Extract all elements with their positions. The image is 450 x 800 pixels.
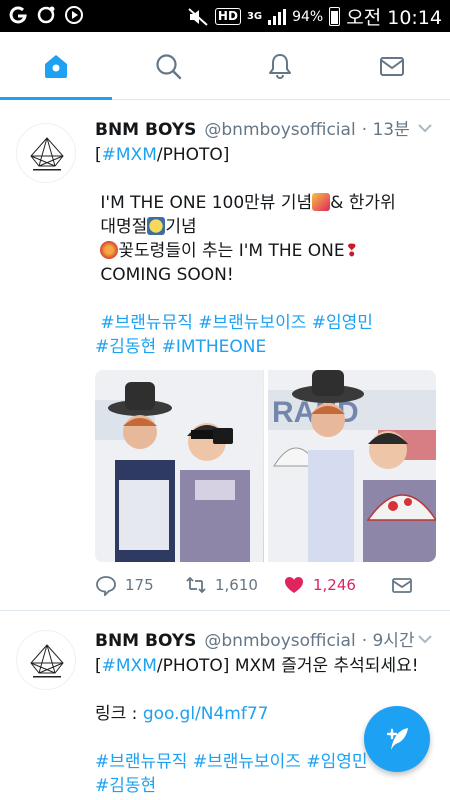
photo-2[interactable]: RAND — [267, 370, 436, 562]
tab-search[interactable] — [112, 32, 224, 100]
display-name[interactable]: BNM BOYS — [95, 631, 196, 651]
tweet-text: [#MXM/PHOTO] I'M THE ONE 100만뷰 기념 & 한가위 대… — [95, 145, 396, 357]
hashtag[interactable]: #임영민 — [306, 752, 367, 772]
reply-button[interactable]: 175 — [95, 574, 185, 596]
tab-messages[interactable] — [336, 32, 448, 100]
tweet[interactable]: BNM BOYS @bnmboysofficial · 9시간 [#MXM/PH… — [0, 612, 450, 800]
hashtag[interactable]: #MXM — [102, 145, 157, 165]
url-link[interactable]: goo.gl/N4mf77 — [143, 704, 269, 724]
timestamp: · 9시간 — [361, 631, 415, 651]
photo-illustration — [95, 370, 263, 562]
hashtag[interactable]: #브랜뉴보이즈 — [193, 752, 301, 772]
moon-icon — [147, 217, 166, 235]
share-button[interactable] — [391, 574, 413, 596]
hd-badge: HD — [214, 8, 241, 25]
feather-plus-icon — [386, 728, 408, 750]
mute-icon — [188, 7, 208, 26]
play-icon — [64, 4, 84, 26]
g-icon — [8, 4, 28, 26]
handle[interactable]: @bnmboysofficial — [204, 120, 355, 140]
retweet-icon — [186, 576, 206, 594]
chevron-down-icon[interactable] — [416, 630, 434, 648]
photo-illustration: RAND — [267, 370, 436, 562]
hashtag[interactable]: #김동현 — [95, 776, 156, 796]
like-button[interactable]: 1,246 — [283, 574, 391, 596]
mail-icon — [380, 57, 404, 76]
bell-icon — [269, 54, 291, 79]
tweet-actions: 175 1,610 1,246 — [95, 571, 436, 599]
tweet[interactable]: BNM BOYS @bnmboysofficial · 13분 [#MXM/PH… — [0, 101, 450, 611]
flower-icon — [100, 241, 119, 259]
hashtag[interactable]: #김동현 — [95, 337, 156, 357]
party-popper-icon — [312, 193, 331, 211]
hashtag[interactable]: #MXM — [102, 656, 157, 676]
handle[interactable]: @bnmboysofficial — [204, 631, 355, 651]
tab-notifications[interactable] — [224, 32, 336, 100]
avatar[interactable] — [16, 123, 76, 183]
home-icon — [45, 55, 67, 78]
bnm-logo-icon — [30, 644, 64, 678]
reply-count: 175 — [125, 576, 154, 594]
hashtag[interactable]: #브랜뉴뮤직 — [95, 752, 187, 772]
compose-tweet-button[interactable] — [364, 706, 430, 772]
like-count: 1,246 — [313, 576, 356, 594]
battery-icon — [329, 7, 341, 26]
retweet-count: 1,610 — [215, 576, 258, 594]
battery-percent: 94% — [292, 8, 324, 25]
signal-icon — [268, 8, 287, 25]
retweet-button[interactable]: 1,610 — [185, 574, 283, 596]
avatar[interactable] — [16, 630, 76, 690]
tab-home[interactable] — [0, 32, 112, 100]
bnm-logo-icon — [30, 137, 64, 171]
search-icon — [156, 54, 182, 80]
tweet-header: BNM BOYS @bnmboysofficial · 9시간 — [95, 626, 440, 651]
chevron-down-icon[interactable] — [416, 119, 434, 137]
reply-icon — [96, 576, 116, 596]
hashtag[interactable]: #IMTHEONE — [162, 337, 267, 357]
media-grid[interactable]: RAND — [95, 370, 436, 562]
photo-1[interactable] — [95, 370, 264, 562]
timestamp: · 13분 — [361, 120, 410, 140]
hashtag[interactable]: #브랜뉴보이즈 — [198, 313, 306, 333]
display-name[interactable]: BNM BOYS — [95, 120, 196, 140]
tab-bar — [0, 32, 450, 100]
hashtag[interactable]: #임영민 — [312, 313, 373, 333]
tweet-header: BNM BOYS @bnmboysofficial · 13분 — [95, 115, 440, 140]
network-type: 3G — [246, 10, 263, 22]
clock: 오전 10:14 — [346, 7, 442, 29]
status-bar: HD 3G 94% 오전 10:14 — [0, 0, 450, 32]
mail-icon — [392, 578, 412, 593]
settings-circle-icon — [36, 4, 56, 26]
heart-icon — [285, 577, 303, 593]
hashtag[interactable]: #브랜뉴뮤직 — [100, 313, 192, 333]
active-tab-indicator — [0, 97, 112, 100]
